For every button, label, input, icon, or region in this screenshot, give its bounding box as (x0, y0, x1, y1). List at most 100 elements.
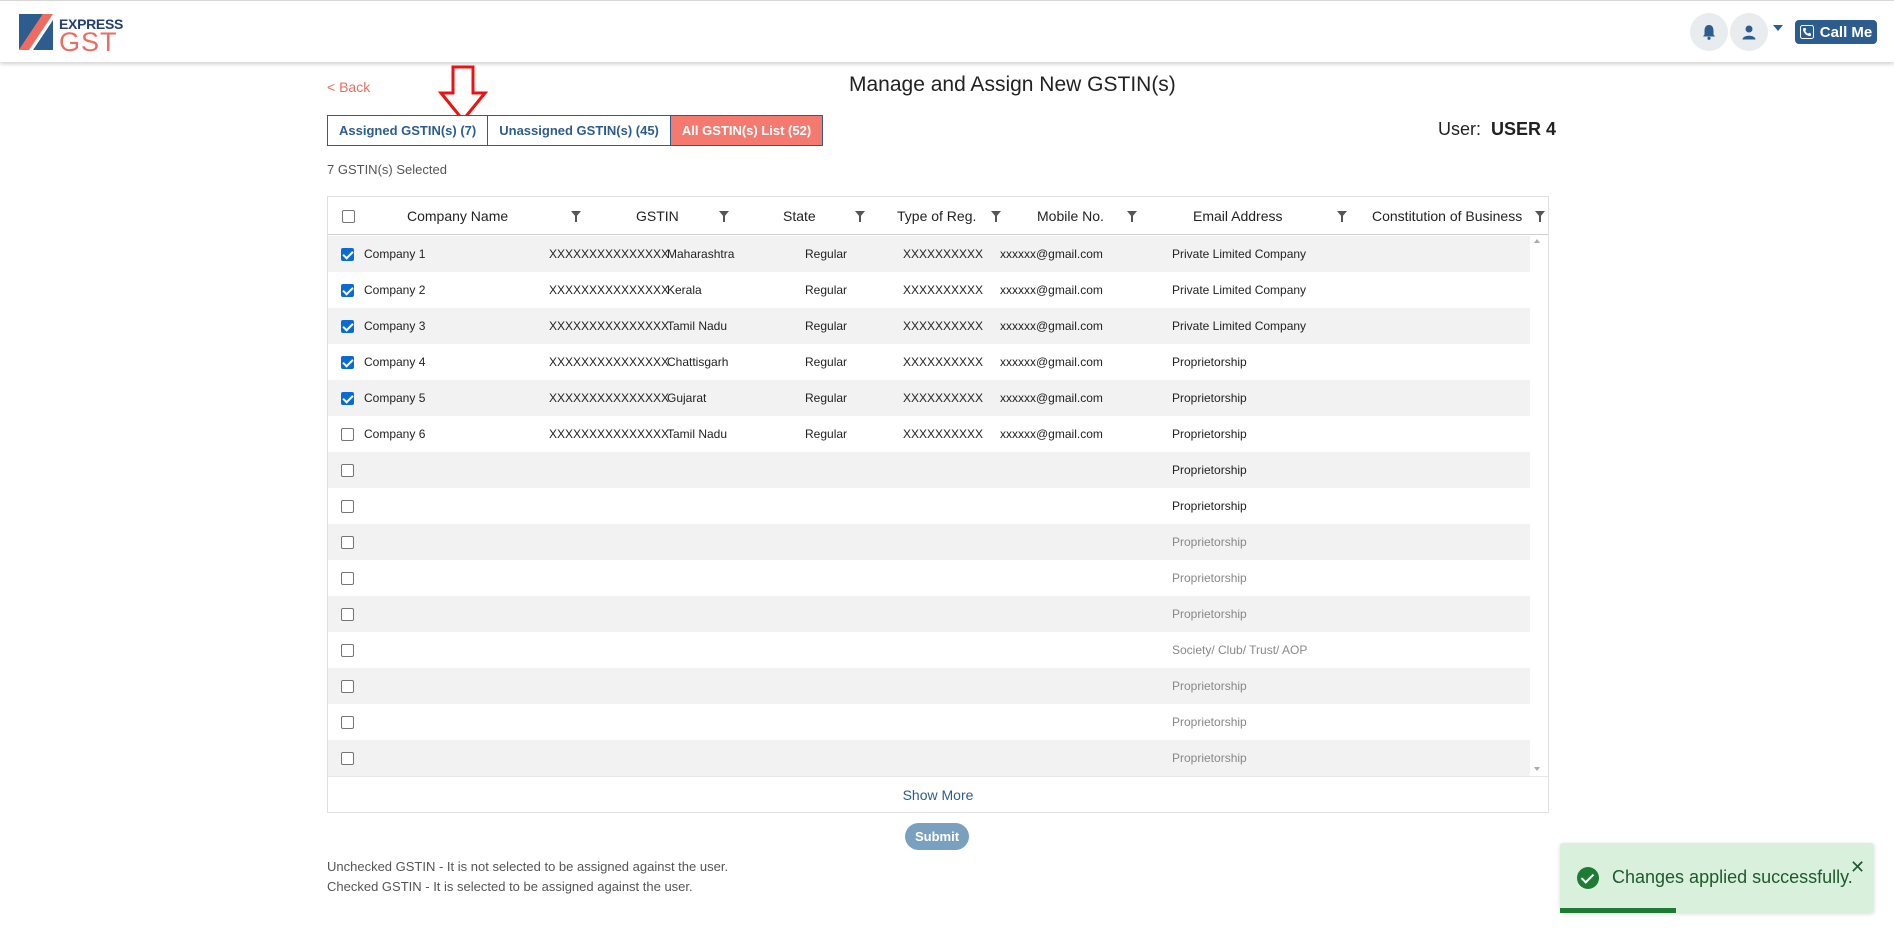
row-checkbox[interactable] (341, 391, 354, 405)
close-icon[interactable]: ✕ (1850, 857, 1865, 878)
cell-type-of-reg: Regular (805, 247, 848, 261)
show-more-link[interactable]: Show More (328, 776, 1548, 812)
cell-gstin: XXXXXXXXXXXXXXX (549, 391, 670, 405)
express-gst-logo[interactable]: EXPRESS GST (19, 14, 123, 57)
cell-email: xxxxxx@gmail.com (1000, 319, 1103, 333)
cell-gstin: XXXXXXXXXXXXXXX (549, 427, 670, 441)
cell-type-of-reg: Regular (805, 427, 848, 441)
row-checkbox[interactable] (341, 355, 354, 369)
selected-count: 7 GSTIN(s) Selected (327, 162, 447, 177)
row-checkbox[interactable] (341, 283, 354, 297)
cell-constitution: Proprietorship (1172, 463, 1247, 477)
cell-email: xxxxxx@gmail.com (1000, 247, 1103, 261)
cell-type-of-reg: Regular (805, 355, 848, 369)
filter-icon[interactable] (1127, 211, 1137, 222)
row-checkbox[interactable] (341, 751, 354, 765)
table-row: Proprietorship (328, 524, 1530, 560)
cell-gstin: XXXXXXXXXXXXXXX (549, 319, 670, 333)
filter-icon[interactable] (1535, 211, 1545, 222)
table-row: Society/ Club/ Trust/ AOP (328, 632, 1530, 668)
table-row: Company 3 XXXXXXXXXXXXXXX Tamil Nadu Regula… (328, 308, 1530, 344)
row-checkbox[interactable] (341, 607, 354, 621)
cell-mobile: XXXXXXXXXX (903, 427, 984, 441)
cell-state: Maharashtra (667, 247, 735, 261)
table-row: Proprietorship (328, 704, 1530, 740)
row-select-cell (341, 560, 354, 596)
table-row: Company 4 XXXXXXXXXXXXXXX Chattisgarh Regul… (328, 344, 1530, 380)
user-prefix: User: (1438, 119, 1482, 139)
row-checkbox[interactable] (341, 499, 354, 513)
row-checkbox[interactable] (341, 427, 354, 441)
gstin-tabs: Assigned GSTIN(s) (7) Unassigned GSTIN(s… (327, 115, 824, 146)
filter-icon[interactable] (991, 211, 1001, 222)
row-select-cell (341, 524, 354, 560)
cell-constitution: Proprietorship (1172, 607, 1247, 621)
table-row: Proprietorship (328, 488, 1530, 524)
table-row: Proprietorship (328, 740, 1530, 776)
row-select-cell (341, 668, 354, 704)
tab-assigned[interactable]: Assigned GSTIN(s) (7) (328, 116, 489, 145)
submit-button[interactable]: Submit (905, 823, 969, 850)
table-row: Proprietorship (328, 668, 1530, 704)
row-select-cell (341, 488, 354, 524)
col-mobile: Mobile No. (1037, 208, 1104, 224)
legend-unchecked-note: Unchecked GSTIN - It is not selected to … (327, 859, 729, 874)
call-me-button[interactable]: Call Me (1795, 20, 1877, 44)
row-checkbox[interactable] (341, 463, 354, 477)
cell-email: xxxxxx@gmail.com (1000, 283, 1103, 297)
row-checkbox[interactable] (341, 715, 354, 729)
cell-email: xxxxxx@gmail.com (1000, 355, 1103, 369)
cell-state: Gujarat (667, 391, 707, 405)
cell-type-of-reg: Regular (805, 319, 848, 333)
call-me-label: Call Me (1819, 23, 1873, 41)
cell-constitution: Proprietorship (1172, 535, 1247, 549)
back-link[interactable]: < Back (327, 79, 370, 95)
tab-unassigned[interactable]: Unassigned GSTIN(s) (45) (488, 116, 671, 145)
cell-gstin: XXXXXXXXXXXXXXX (549, 355, 670, 369)
cell-constitution: Proprietorship (1172, 571, 1247, 585)
col-type-of-reg: Type of Reg. (897, 208, 977, 224)
table-row: Company 5 XXXXXXXXXXXXXXX Gujarat Regular XX… (328, 380, 1530, 416)
scroll-up-icon[interactable] (1534, 239, 1540, 243)
cell-email: xxxxxx@gmail.com (1000, 391, 1103, 405)
table-row: Proprietorship (328, 596, 1530, 632)
filter-icon[interactable] (571, 211, 581, 222)
select-all-checkbox[interactable] (342, 209, 355, 223)
notification-button[interactable] (1690, 13, 1728, 51)
filter-icon[interactable] (719, 211, 729, 222)
cell-type-of-reg: Regular (805, 283, 848, 297)
success-toast: Changes applied successfully. ✕ (1560, 843, 1874, 913)
chevron-down-icon[interactable] (1773, 25, 1783, 31)
top-navbar: EXPRESS GST Call Me (0, 0, 1894, 62)
cell-mobile: XXXXXXXXXX (903, 319, 984, 333)
cell-constitution: Proprietorship (1172, 355, 1247, 369)
filter-icon[interactable] (855, 211, 865, 222)
user-menu-button[interactable] (1730, 13, 1768, 51)
row-checkbox[interactable] (341, 679, 354, 693)
assigned-user: User: USER 4 (1438, 119, 1556, 140)
row-select-cell (341, 596, 354, 632)
table-row: Proprietorship (328, 560, 1530, 596)
gstin-table: Company Name GSTIN State Type of Reg. Mo… (327, 196, 1549, 813)
check-circle-icon (1577, 867, 1599, 889)
bell-icon (1703, 25, 1715, 40)
table-row: Company 1 XXXXXXXXXXXXXXX Maharashtra Regul… (328, 236, 1530, 272)
cell-company-name: Company 6 (364, 427, 426, 441)
cell-state: Tamil Nadu (667, 319, 728, 333)
row-checkbox[interactable] (341, 643, 354, 657)
row-checkbox[interactable] (341, 571, 354, 585)
filter-icon[interactable] (1337, 211, 1347, 222)
cell-constitution: Proprietorship (1172, 715, 1247, 729)
scroll-down-icon[interactable] (1534, 767, 1540, 771)
row-select-cell (341, 740, 354, 776)
row-checkbox[interactable] (341, 247, 354, 261)
cell-constitution: Proprietorship (1172, 679, 1247, 693)
logo-gst-text: GST (59, 27, 118, 57)
row-select-cell (341, 380, 354, 416)
tab-all-list[interactable]: All GSTIN(s) List (52) (670, 116, 823, 145)
table-body: Company 1 XXXXXXXXXXXXXXX Maharashtra Regul… (328, 236, 1530, 776)
row-checkbox[interactable] (341, 535, 354, 549)
logo-mark-icon (19, 14, 53, 50)
row-select-cell (341, 704, 354, 740)
row-checkbox[interactable] (341, 319, 354, 333)
